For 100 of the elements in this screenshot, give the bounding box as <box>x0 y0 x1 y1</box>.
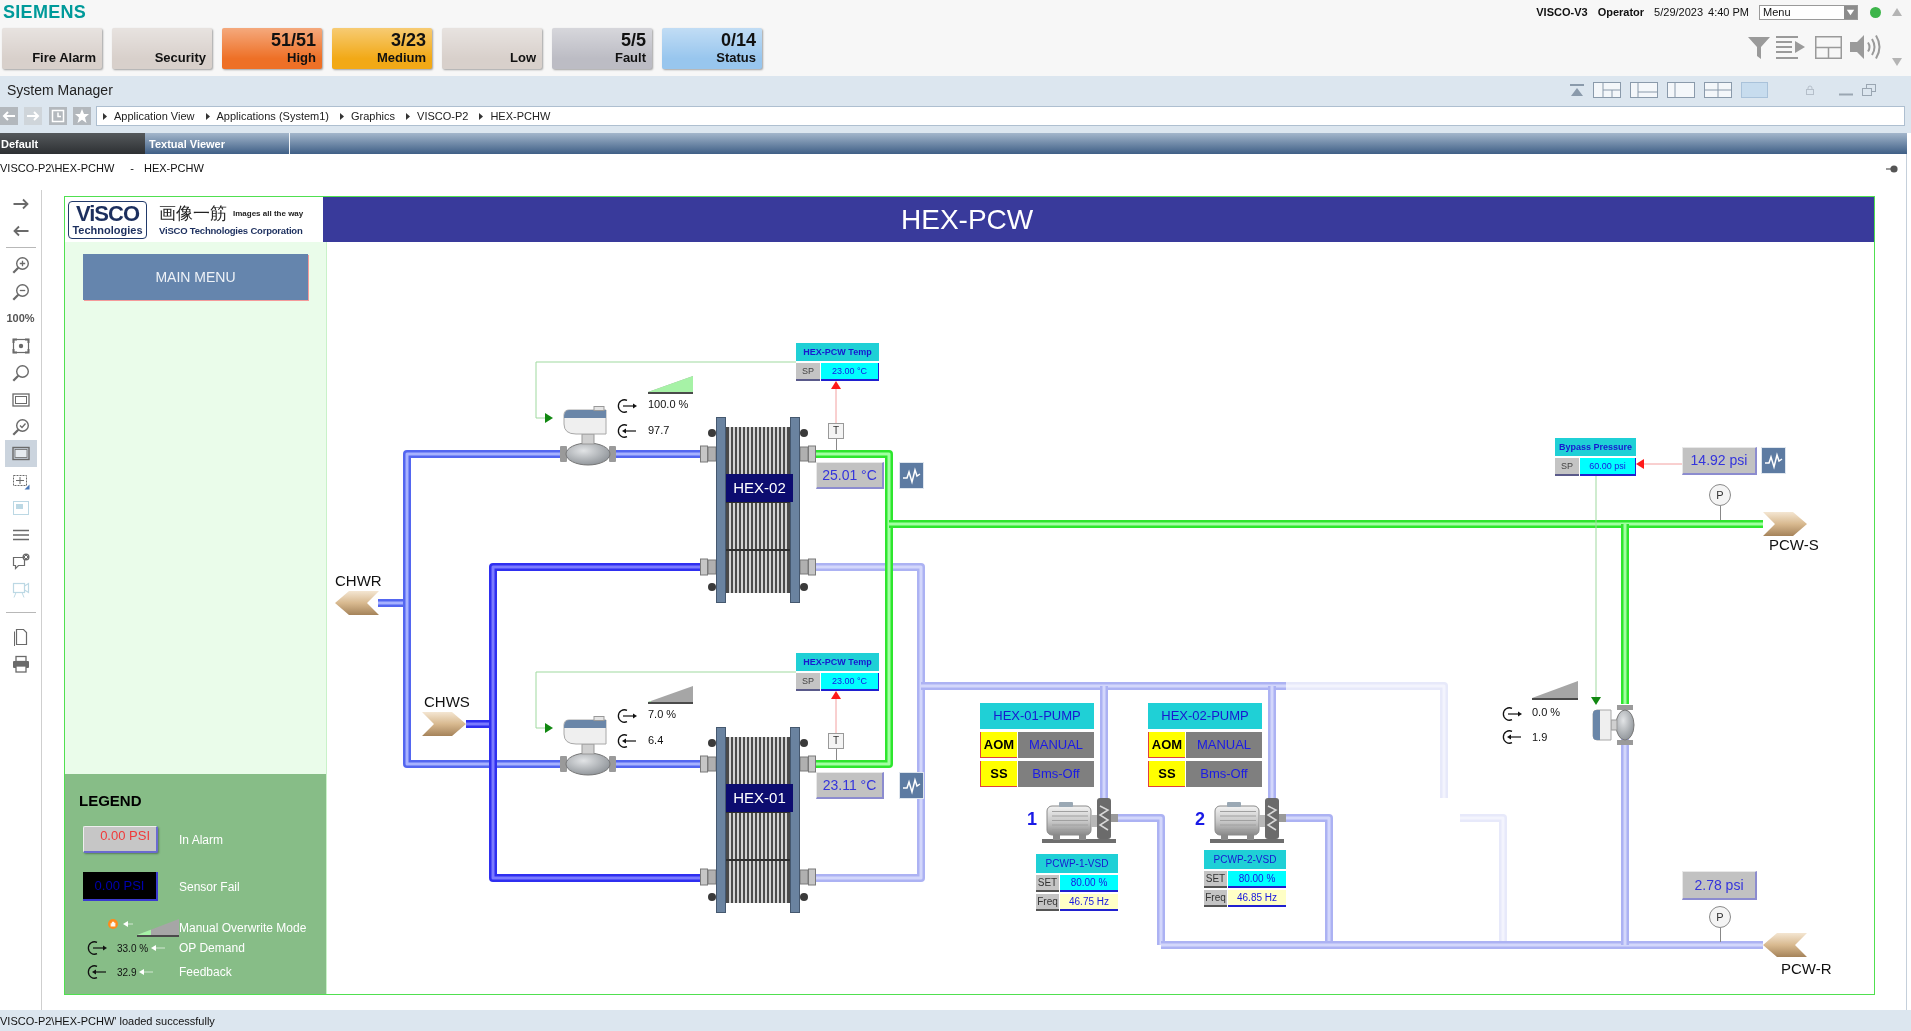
zoom-in-icon[interactable] <box>11 255 30 274</box>
feedback-icon <box>615 733 637 749</box>
trend-chart-icon[interactable] <box>899 462 924 489</box>
collapse-icon[interactable] <box>1570 84 1584 96</box>
page-icon[interactable] <box>11 627 30 646</box>
feedback-value: 1.9 <box>1532 730 1548 744</box>
feedback-icon <box>85 964 107 980</box>
company-name: ViSCO Technologies Corporation <box>159 224 304 237</box>
grid-layout-icon[interactable] <box>1593 82 1621 98</box>
output-demand-value: 33.0 % <box>117 942 149 954</box>
zoom-check-icon[interactable] <box>11 417 30 436</box>
setpoint-title: HEX-PCW Temp <box>796 653 879 671</box>
window-icon[interactable] <box>4 440 37 467</box>
star-icon[interactable] <box>73 107 91 125</box>
control-valve-icon <box>560 716 616 776</box>
signal-arrow <box>1636 459 1683 469</box>
alarm-category-button[interactable]: 0/14 Status <box>662 28 762 69</box>
flow-arrow-icon <box>422 712 466 736</box>
setpoint-title: Bypass Pressure <box>1555 438 1636 456</box>
trend-chart-icon[interactable] <box>1761 447 1786 474</box>
lock-icon[interactable] <box>1806 85 1814 95</box>
feedback-icon <box>1500 729 1522 745</box>
value-display: 0.00 PSI <box>83 826 158 853</box>
alarm-category-button[interactable]: 3/23 Medium <box>332 28 432 69</box>
trend-chart-icon[interactable] <box>899 772 924 799</box>
document-path: VISCO-P2\HEX-PCHW <box>0 162 115 174</box>
comment-icon[interactable] <box>11 552 30 571</box>
breadcrumb-link[interactable]: HEX-PCHW <box>479 110 551 122</box>
alarm-category-button[interactable]: 51/51 High <box>222 28 322 69</box>
alarm-category-button[interactable]: Security <box>112 28 212 69</box>
setpoint-label: SET <box>1204 871 1227 888</box>
speed-setpoint: 80.00 % <box>1228 871 1286 888</box>
chevron-right-icon <box>406 112 411 120</box>
pressure-value: 14.92 psi <box>1682 447 1757 475</box>
alarm-category-button[interactable]: Fire Alarm <box>2 28 102 69</box>
search-icon[interactable] <box>11 363 30 382</box>
history-icon[interactable] <box>49 107 67 125</box>
exchanger-label: HEX-02 <box>726 474 793 502</box>
caret-up-icon[interactable] <box>1892 8 1902 16</box>
value-display: 0.00 PSI <box>83 872 158 901</box>
legend-title: LEGEND <box>79 792 143 810</box>
breadcrumb-link[interactable]: VISCO-P2 <box>406 110 469 122</box>
chevron-right-icon <box>479 112 484 120</box>
flow-arrow-icon <box>335 591 379 615</box>
column-layout-icon[interactable] <box>1667 82 1695 98</box>
layout-icon[interactable] <box>1815 36 1842 59</box>
logo-wordmark: ViSCO <box>75 203 140 224</box>
caret-down-icon[interactable] <box>1892 58 1902 66</box>
status-label: SS <box>980 761 1017 787</box>
output-demand-value: 7.0 % <box>648 707 677 721</box>
temperature-value: 23.11 °C <box>816 772 884 799</box>
breadcrumb-link[interactable]: Applications (System1) <box>205 110 329 122</box>
feedback-value: 32.9 <box>117 966 137 978</box>
frequency-label: Freq <box>1036 894 1059 911</box>
caret-down-icon <box>1844 5 1857 19</box>
minimize-icon[interactable] <box>1839 92 1853 96</box>
print-icon[interactable] <box>11 654 30 673</box>
control-valve-icon <box>560 406 616 466</box>
quad-layout-icon[interactable] <box>1704 82 1732 98</box>
status-label: SS <box>1148 761 1185 787</box>
zoom-out-icon[interactable] <box>11 282 30 301</box>
port-label: PCW-R <box>1781 960 1832 978</box>
setpoint-title: HEX-PCW Temp <box>796 343 879 361</box>
alarm-category-button[interactable]: 5/5 Fault <box>552 28 652 69</box>
filter-icon[interactable] <box>1748 36 1770 59</box>
graphic-title: HEX-PCW <box>901 203 1034 236</box>
speaker-icon[interactable] <box>1850 34 1883 60</box>
alarm-category-button[interactable]: Low <box>442 28 542 69</box>
pointer-arrow-icon <box>121 921 135 927</box>
flow-arrow-icon <box>1763 512 1807 536</box>
pin-icon[interactable] <box>1886 165 1898 173</box>
pump-number: 1 <box>1027 808 1037 830</box>
logo-subtitle: Technologies <box>72 223 143 236</box>
pressure-sensor: P <box>1709 484 1731 520</box>
breadcrumb-link[interactable]: Application View <box>103 110 195 122</box>
status-value: Bms-Off <box>1186 761 1262 787</box>
pressure-sensor: P <box>1709 906 1731 942</box>
fit-view-icon[interactable] <box>11 336 30 355</box>
pump-title: HEX-01-PUMP <box>980 703 1094 729</box>
frequency-value: 46.85 Hz <box>1228 890 1286 907</box>
feedback-value: 6.4 <box>648 733 664 747</box>
restore-icon[interactable] <box>1862 84 1876 96</box>
breadcrumb-link[interactable]: Graphics <box>340 110 396 122</box>
list-icon[interactable] <box>1776 36 1805 59</box>
setpoint-label: SET <box>1036 875 1059 892</box>
pressure-value: 2.78 psi <box>1682 871 1757 900</box>
window-icon[interactable] <box>11 390 30 409</box>
document-name: HEX-PCHW <box>143 162 204 174</box>
setpoint-label: SP <box>796 673 820 691</box>
temperature-sensor: T <box>828 423 844 450</box>
split-layout-icon[interactable] <box>1630 82 1658 98</box>
output-demand-value: 100.0 % <box>648 397 689 411</box>
menu-dropdown[interactable]: Menu <box>1759 4 1858 20</box>
path-separator: - <box>130 162 134 174</box>
output-demand-value: 0.0 % <box>1532 705 1561 719</box>
legend-label: Sensor Fail <box>179 879 240 894</box>
setpoint-label: SP <box>796 363 820 381</box>
frequency-value: 46.75 Hz <box>1060 894 1118 911</box>
tab[interactable]: Textual Viewer <box>145 133 290 154</box>
tab[interactable]: Default <box>0 133 145 154</box>
